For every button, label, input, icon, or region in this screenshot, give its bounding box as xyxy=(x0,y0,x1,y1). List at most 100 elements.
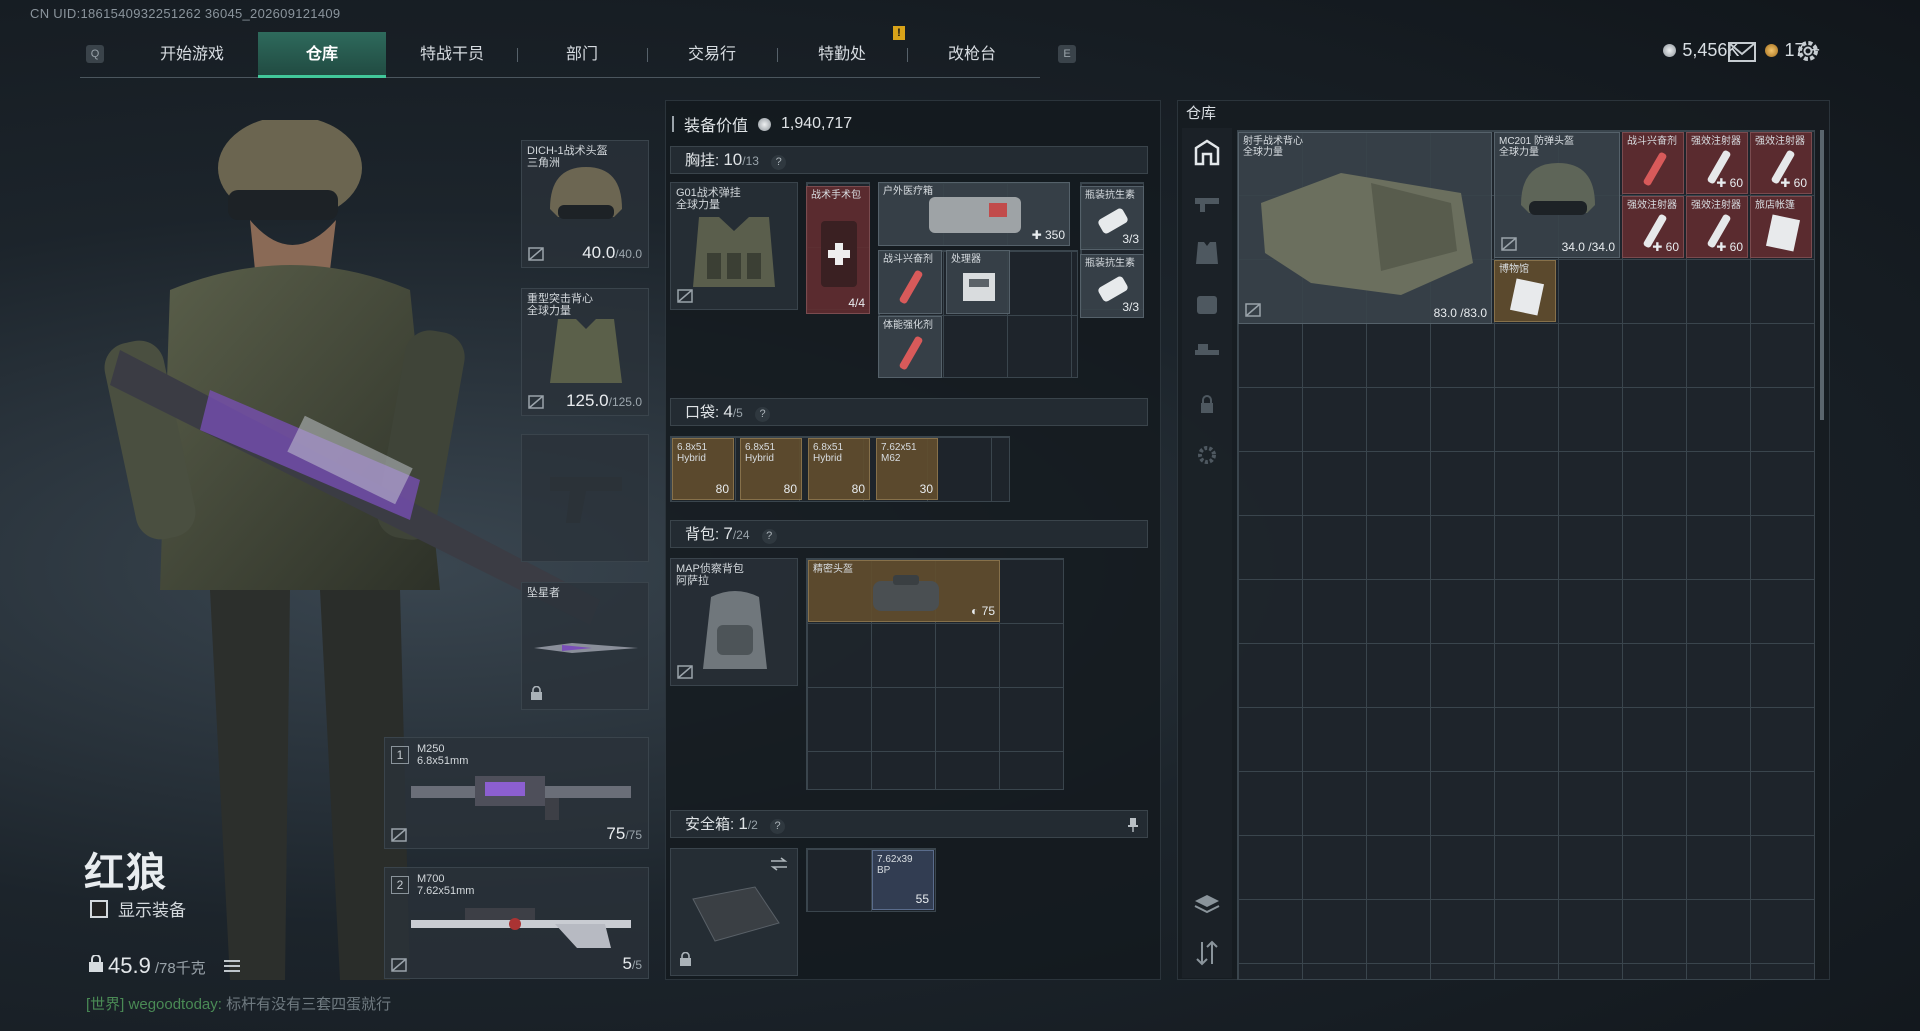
armor-slot[interactable]: 重型突击背心 全球力量 125.0/125.0 xyxy=(521,288,649,416)
m250-rifle-icon xyxy=(411,776,631,820)
document-packet-icon xyxy=(1509,278,1545,316)
ammo-7.62x39-bp[interactable]: 7.62x39 BP 55 xyxy=(872,850,934,910)
pistol-silhouette-icon xyxy=(550,477,622,523)
stash-scrollbar[interactable] xyxy=(1820,130,1824,420)
tab-operators[interactable]: 特战干员 xyxy=(388,32,516,78)
tab-gunsmith[interactable]: 改枪台 xyxy=(908,32,1036,78)
combat-stim-stash-item[interactable]: 战斗兴奋剂 xyxy=(1622,132,1684,194)
e-key-hint: E xyxy=(1058,45,1076,63)
stamina-booster-item[interactable]: 体能强化剂 xyxy=(878,316,942,378)
primary-ammo: 75 xyxy=(606,824,626,843)
injector-icon xyxy=(1643,152,1667,186)
no-insure-icon xyxy=(391,958,407,972)
chat-line[interactable]: [世界] wegoodtoday: 标杆有没有三套四蛋就行 xyxy=(86,993,391,1014)
chest-rig-icon xyxy=(693,217,775,287)
stash-settings-icon[interactable] xyxy=(1192,440,1222,470)
hotel-item[interactable]: 旅店帐篷 xyxy=(1750,196,1812,258)
no-insure-icon xyxy=(677,665,693,679)
museum-item[interactable]: 博物馆 xyxy=(1494,260,1556,322)
precision-helmet-count: 75 xyxy=(981,604,995,618)
weapon-category-icon[interactable] xyxy=(1192,188,1222,218)
mc201-helmet-item[interactable]: MC201 防弹头盔 全球力量 34.0 /34.0 xyxy=(1494,132,1620,258)
injector-icon xyxy=(899,336,923,370)
gear-bag-icon xyxy=(873,575,939,611)
antibiotic-bottle-icon xyxy=(1098,276,1128,302)
safe-box-header: 安全箱: 1/2 ? xyxy=(670,810,1148,838)
ammo-7.62x51-m62[interactable]: 7.62x51 M62 30 xyxy=(876,438,938,500)
helmet-icon xyxy=(550,167,622,219)
ammo-6.8x51-hybrid[interactable]: 6.8x51 Hybrid 80 xyxy=(672,438,734,500)
operator-name: 红狼 xyxy=(84,851,168,895)
help-icon[interactable]: ? xyxy=(761,529,777,544)
settings-gear-icon[interactable] xyxy=(1795,38,1821,64)
antibiotic-item-1[interactable]: 瓶装抗生素 3/3 xyxy=(1080,186,1144,250)
processor-item[interactable]: 处理器 xyxy=(946,250,1010,314)
precision-helmet-item[interactable]: 精密头盔 ◐ 75 xyxy=(808,560,1000,622)
layers-icon[interactable] xyxy=(1192,890,1222,920)
attachment-category-icon[interactable] xyxy=(1192,338,1222,368)
injector-charges: 60 xyxy=(1665,240,1679,254)
document-packet-icon xyxy=(1765,214,1801,252)
backpack-slot[interactable]: MAP侦察背包 阿萨拉 xyxy=(670,558,798,686)
primary-weapon-slot[interactable]: 1 M250 6.8x51mm 75/75 xyxy=(384,737,649,849)
secondary-weapon-slot[interactable]: 2 M700 7.62x51mm 5/5 xyxy=(384,867,649,979)
chest-rig-slot[interactable]: G01战术弹挂 全球力量 xyxy=(670,182,798,310)
chat-channel: [世界] xyxy=(86,996,125,1013)
armor-durability-max: /125.0 xyxy=(608,395,642,409)
help-icon[interactable]: ? xyxy=(771,155,787,170)
medkit-charges: 350 xyxy=(1044,228,1065,242)
armor-category-icon[interactable] xyxy=(1192,238,1222,268)
swap-icon[interactable] xyxy=(769,857,789,871)
tab-market[interactable]: 交易行 xyxy=(648,32,776,78)
bag-category-icon[interactable] xyxy=(1192,288,1222,318)
pocket-max: /5 xyxy=(732,406,743,420)
weight-max: /78千克 xyxy=(154,960,206,977)
tab-special-ops[interactable]: 特勤处 xyxy=(778,32,906,78)
silver-coin-icon xyxy=(1663,44,1677,57)
strong-injector-item[interactable]: 强效注射器 ✚ 60 xyxy=(1686,196,1748,258)
backpack-label: 背包: xyxy=(685,526,720,543)
uid-text: CN UID:1861540932251262 36045_2026091214… xyxy=(30,6,341,21)
backpack-max: /24 xyxy=(732,528,750,542)
mail-icon[interactable] xyxy=(1728,42,1756,62)
helmet-slot[interactable]: DICH-1战术头盔 三角洲 40.0/40.0 xyxy=(521,140,649,268)
help-icon[interactable]: ? xyxy=(770,819,785,834)
melee-slot[interactable]: 坠星者 xyxy=(521,582,649,710)
combat-stim-item[interactable]: 战斗兴奋剂 xyxy=(878,250,942,314)
equipment-value-label: 装备价值 xyxy=(684,118,749,135)
armor-vest-icon xyxy=(550,319,622,383)
strong-injector-item[interactable]: 强效注射器 ✚ 60 xyxy=(1750,132,1812,194)
surgery-kit-item[interactable]: 战术手术包 4/4 xyxy=(806,186,870,314)
antibiotic-item-2[interactable]: 瓶装抗生素 3/3 xyxy=(1080,254,1144,318)
chat-user: wegoodtoday: xyxy=(128,996,222,1013)
tab-department[interactable]: 部门 xyxy=(518,32,646,78)
outdoor-medkit-item[interactable]: 户外医疗箱 ✚ 350 xyxy=(878,182,1070,246)
carry-weight: 45.9/78千克 xyxy=(88,953,240,979)
ammo-6.8x51-hybrid[interactable]: 6.8x51 Hybrid 80 xyxy=(740,438,802,500)
weapon-slot-number: 2 xyxy=(391,876,409,894)
backpack-header: 背包: 7/24 ? xyxy=(670,520,1148,548)
pistol-slot[interactable] xyxy=(521,434,649,562)
chest-rig-header: 胸挂: 10/13 ? xyxy=(670,146,1148,174)
show-gear-checkbox[interactable] xyxy=(90,899,108,918)
list-icon[interactable] xyxy=(223,959,240,973)
no-insure-icon xyxy=(1245,303,1261,317)
pin-icon[interactable] xyxy=(1127,817,1139,833)
strong-injector-item[interactable]: 强效注射器 ✚ 60 xyxy=(1686,132,1748,194)
pockets-label: 口袋: xyxy=(685,404,720,421)
show-gear-toggle[interactable]: 显示装备 xyxy=(90,896,186,921)
locked-category-icon[interactable] xyxy=(1192,390,1222,420)
alert-badge: ! xyxy=(893,26,905,40)
safe-box-label: 安全箱: xyxy=(685,816,735,833)
sort-icon[interactable] xyxy=(1192,938,1222,968)
ammo-6.8x51-hybrid[interactable]: 6.8x51 Hybrid 80 xyxy=(808,438,870,500)
help-icon[interactable]: ? xyxy=(755,407,770,422)
stash-home-icon[interactable] xyxy=(1192,138,1222,168)
safe-box-slot[interactable] xyxy=(670,848,798,976)
injector-charges: 60 xyxy=(1793,176,1807,190)
tab-start-game[interactable]: 开始游戏 xyxy=(128,32,256,78)
equipment-value: 装备价值 1,940,717 xyxy=(672,112,852,136)
marksman-vest-item[interactable]: 射手战术背心 全球力量 83.0 /83.0 xyxy=(1238,132,1492,324)
strong-injector-item[interactable]: 强效注射器 ✚ 60 xyxy=(1622,196,1684,258)
tab-warehouse[interactable]: 仓库 xyxy=(258,32,386,78)
